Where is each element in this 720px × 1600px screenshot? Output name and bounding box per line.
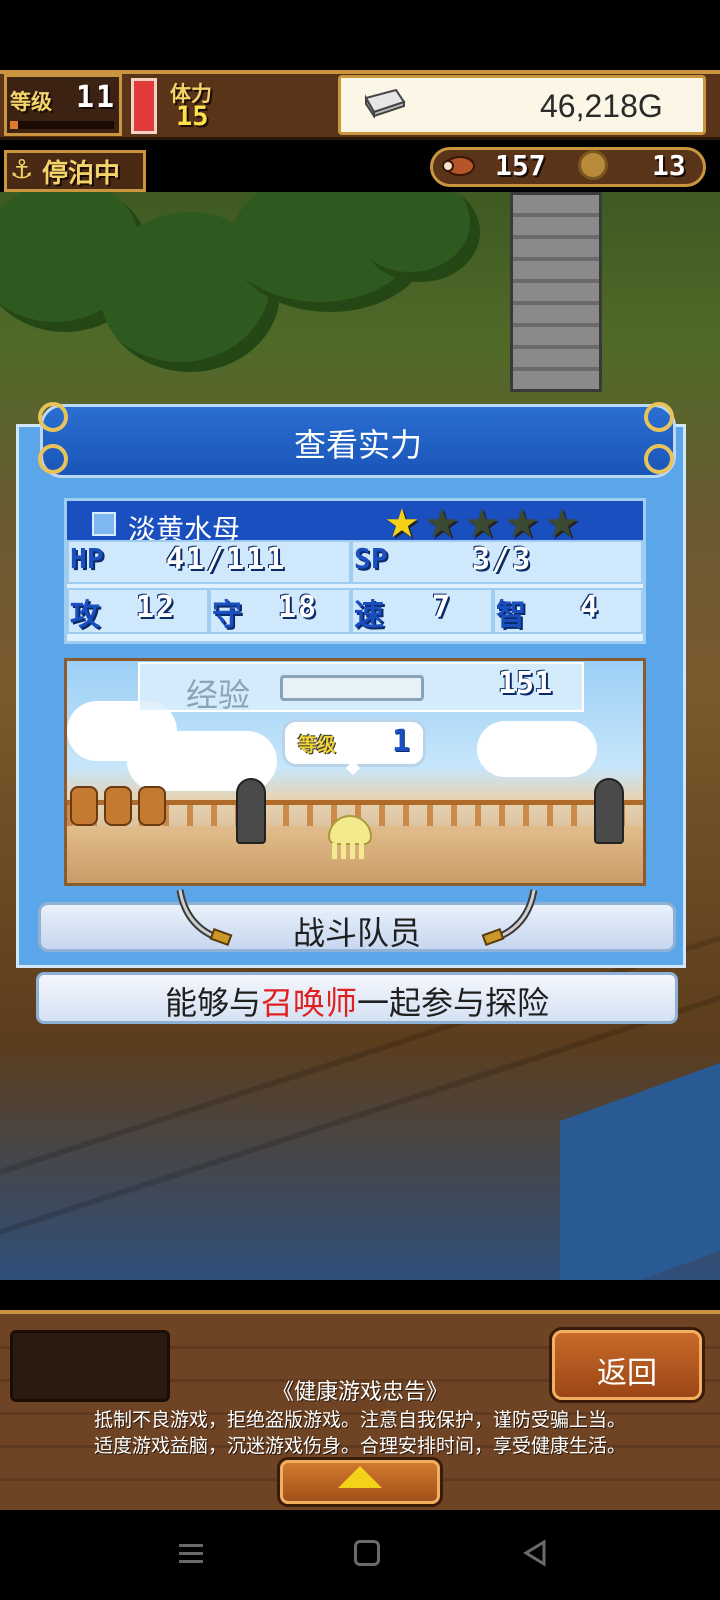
hp-label: HP <box>70 542 104 575</box>
hp-value: 41/111 <box>166 542 287 577</box>
up-arrow-icon[interactable] <box>338 1466 382 1488</box>
cannon-icon <box>236 778 266 844</box>
health-notice-line: 适度游戏益脑，沉迷游戏伤身。合理安排时间，享受健康生活。 <box>93 1436 626 1457</box>
description-part: 一起参与探险 <box>357 985 550 1021</box>
spd-value: 7 <box>432 590 453 625</box>
jellyfish-tentacles <box>332 843 368 859</box>
monster-level-value: 1 <box>392 724 411 759</box>
stamina-gauge <box>131 78 157 134</box>
element-type-icon <box>92 512 116 536</box>
food-count: 157 <box>495 149 546 182</box>
exp-label: 经验 <box>186 677 251 713</box>
anchor-icon: ⚓ <box>10 155 34 185</box>
medal-count: 13 <box>652 149 686 182</box>
tree <box>360 192 480 282</box>
barrel-icon <box>70 786 98 826</box>
health-notice-title: 《健康游戏忠告》 <box>271 1379 448 1404</box>
description-text: 能够与召唤师一起参与探险 <box>36 978 678 1024</box>
description-part: 能够与 <box>164 985 261 1021</box>
cannon-icon <box>594 778 624 844</box>
exp-value: 151 <box>498 666 553 701</box>
level-progress-fill <box>10 121 18 129</box>
coin-icon <box>578 150 608 180</box>
menu-icon[interactable] <box>176 1538 206 1568</box>
silver-bar-icon <box>364 88 406 118</box>
gold-amount: 46,218G <box>540 88 663 124</box>
atk-value: 12 <box>136 590 177 625</box>
crew-role-label: 战斗队员 <box>292 915 421 951</box>
cloud <box>477 721 597 777</box>
barrel-icon <box>138 786 166 826</box>
level-value: 11 <box>76 80 117 115</box>
level-progress-bar <box>10 121 114 129</box>
level-label: 等级 <box>10 90 52 114</box>
int-label: 智 <box>496 598 526 633</box>
monster-level-label: 等级 <box>298 734 337 756</box>
def-label: 守 <box>212 598 242 633</box>
back-icon[interactable] <box>520 1538 550 1568</box>
def-value: 18 <box>278 590 319 625</box>
atk-label: 攻 <box>70 598 100 633</box>
barrel-icon <box>104 786 132 826</box>
sp-label: SP <box>354 542 388 575</box>
int-value: 4 <box>580 590 601 625</box>
lighthouse <box>510 192 602 392</box>
docked-status-label: 停泊中 <box>42 159 121 189</box>
spd-label: 速 <box>354 598 384 633</box>
description-highlight: 召唤师 <box>260 985 357 1021</box>
food-icon <box>442 156 475 176</box>
system-status-bar <box>0 0 720 70</box>
sp-value: 3/3 <box>472 542 533 577</box>
dialog-title: 查看实力 <box>293 427 422 463</box>
health-notice-line: 抵制不良游戏，拒绝盗版游戏。注意自我保护，谨防受骗上当。 <box>93 1410 626 1431</box>
sea-water <box>560 1062 720 1280</box>
exp-progress-bar <box>280 675 424 701</box>
home-icon[interactable] <box>354 1540 380 1566</box>
stamina-value: 15 <box>176 101 209 132</box>
